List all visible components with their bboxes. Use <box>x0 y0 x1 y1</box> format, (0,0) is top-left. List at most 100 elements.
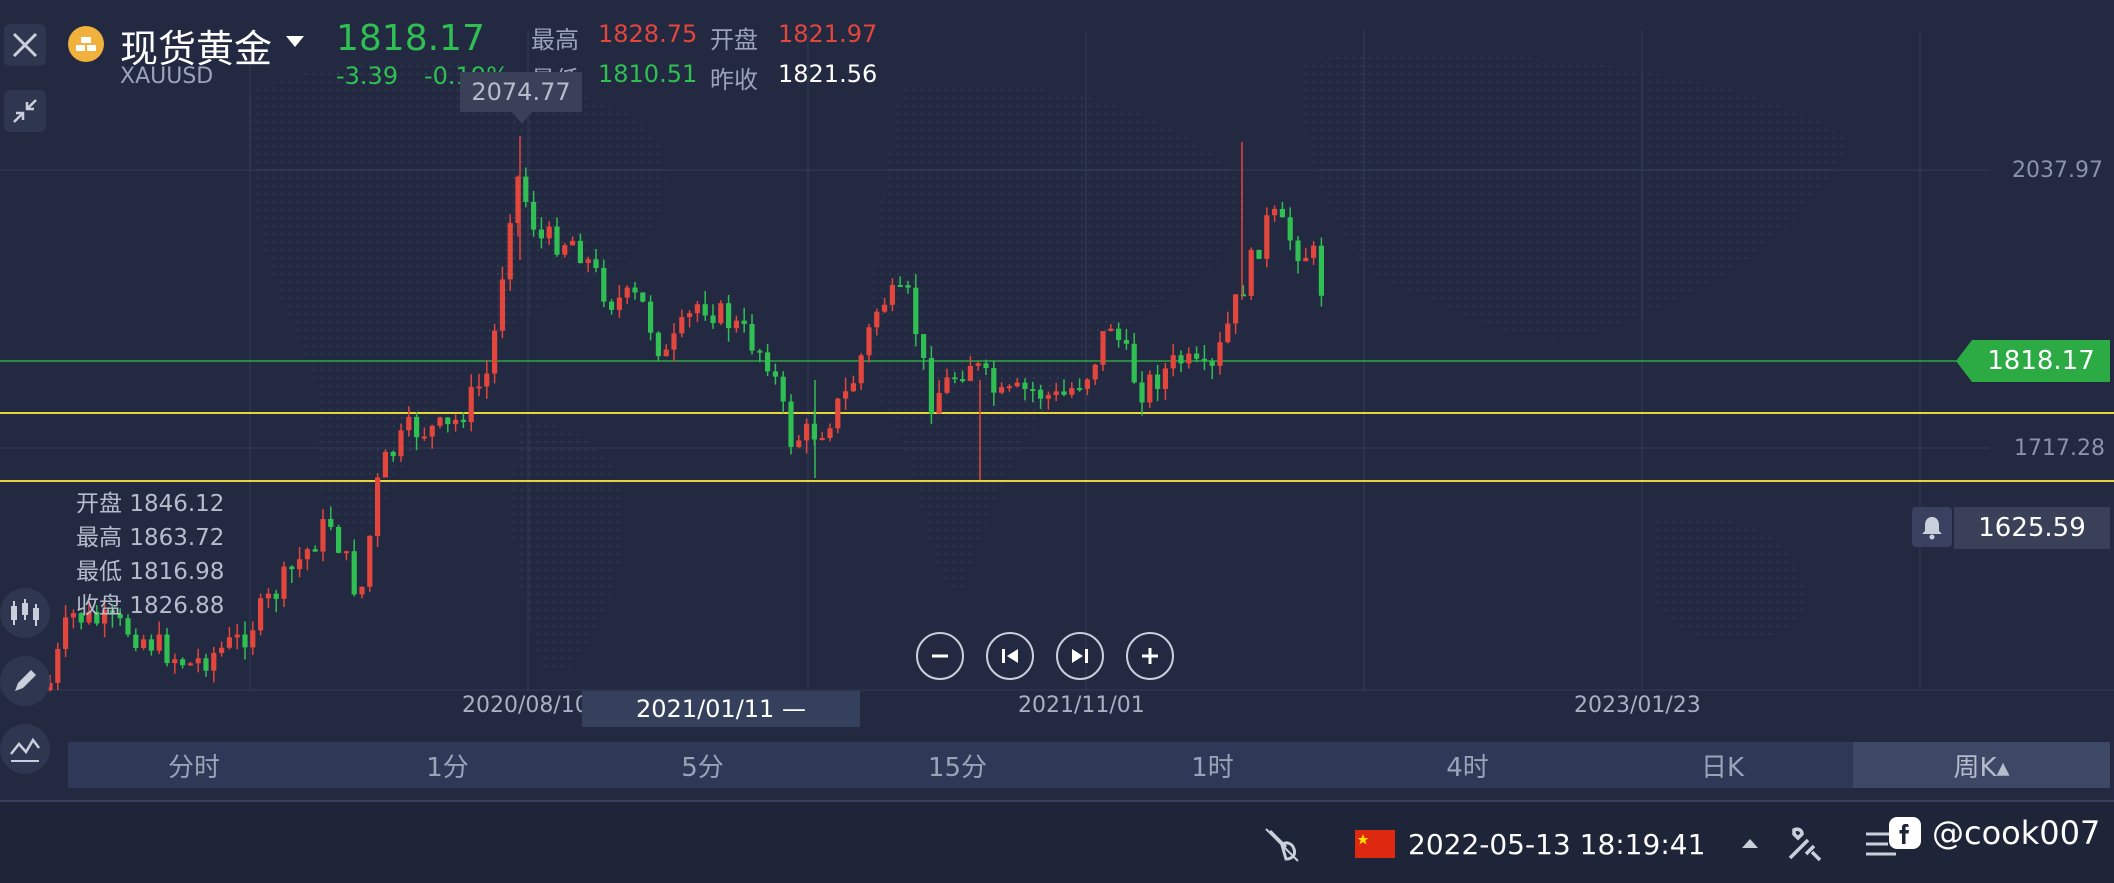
candle-body <box>1155 374 1161 389</box>
candle-body <box>1295 240 1301 262</box>
satellite-icon[interactable] <box>1262 825 1302 865</box>
candle-body <box>1170 355 1176 369</box>
hover-pointer <box>512 112 532 124</box>
hover-price-label: 2074.77 <box>460 72 582 112</box>
close-button[interactable] <box>4 24 46 66</box>
candle-body <box>382 451 388 478</box>
candle-body <box>710 315 716 324</box>
candle-body <box>148 639 154 651</box>
line-chart-button[interactable] <box>0 724 50 774</box>
last-price: 1818.17 <box>336 18 485 59</box>
candle-body <box>1100 331 1106 365</box>
next-icon <box>1072 649 1088 663</box>
candle-body <box>1194 353 1200 359</box>
candle-body <box>944 377 950 393</box>
candle-body <box>367 535 373 587</box>
candle-body <box>835 398 841 429</box>
candle-body <box>889 285 895 305</box>
watermark-text: @cook007 <box>1932 814 2101 852</box>
candle-body <box>1045 395 1051 399</box>
candle-body <box>265 593 271 599</box>
zoom-in-button[interactable] <box>1126 632 1174 680</box>
prev-icon <box>1002 649 1018 663</box>
close-icon <box>12 32 38 58</box>
candle-body <box>952 377 958 380</box>
candle-body <box>577 240 583 264</box>
candle-body <box>492 330 498 374</box>
tab-15min[interactable]: 15分 <box>830 742 1085 788</box>
candle-body <box>211 652 217 671</box>
candle-body <box>429 425 435 437</box>
scroll-start-button[interactable] <box>986 632 1034 680</box>
tools-icon[interactable] <box>1784 824 1824 864</box>
candle-body <box>312 549 318 552</box>
alert-button[interactable] <box>1912 507 1952 547</box>
current-price-tag: 1818.17 <box>1956 340 2110 382</box>
candle-body <box>1209 361 1215 366</box>
candle-body <box>523 176 529 202</box>
chart-area[interactable] <box>0 0 2114 735</box>
candle-body <box>1248 249 1254 296</box>
candle-body <box>1217 342 1223 366</box>
candle-body <box>538 229 544 239</box>
candle-body <box>1084 379 1090 389</box>
candle-body <box>687 313 693 318</box>
candle-body <box>983 363 989 369</box>
candle-body <box>772 371 778 377</box>
gold-coin-icon <box>68 26 104 62</box>
candle-body <box>1201 358 1207 362</box>
chevron-down-icon[interactable] <box>286 36 304 47</box>
candle-body <box>398 430 404 457</box>
candle-body <box>195 658 201 664</box>
tab-timeshare[interactable]: 分时 <box>68 742 320 788</box>
candle-body <box>936 392 942 414</box>
candle-body <box>640 292 646 302</box>
candle-body <box>905 285 911 288</box>
collapse-icon <box>13 99 37 123</box>
candle-body <box>141 639 147 648</box>
candle-body <box>351 551 357 595</box>
candle-body <box>850 383 856 392</box>
prev-close-value: 1821.56 <box>778 60 878 88</box>
tab-1hour[interactable]: 1时 <box>1085 742 1340 788</box>
tab-1min[interactable]: 1分 <box>320 742 575 788</box>
candle-body <box>655 332 661 357</box>
candle-body <box>765 352 771 372</box>
zoom-in-icon <box>1142 648 1158 664</box>
candle-body <box>874 311 880 328</box>
candle-body <box>281 566 287 599</box>
candle-body <box>733 320 739 329</box>
ohlc-close: 收盘 1826.88 <box>76 593 225 619</box>
candle-body <box>133 634 139 648</box>
chevron-up-icon[interactable] <box>1740 836 1760 850</box>
ohlc-low: 最低 1816.98 <box>76 559 225 585</box>
indicator-button[interactable] <box>0 588 50 638</box>
candle-body <box>928 358 934 414</box>
draw-button[interactable] <box>0 656 50 706</box>
open-value: 1821.97 <box>778 20 878 48</box>
candle-body <box>546 226 552 239</box>
tab-4hour[interactable]: 4时 <box>1340 742 1595 788</box>
zoom-out-button[interactable] <box>916 632 964 680</box>
symbol-code: XAUUSD <box>120 64 214 89</box>
candle-body <box>1256 249 1262 259</box>
alert-price[interactable]: 1625.59 <box>1954 507 2110 549</box>
candle-body <box>827 428 833 438</box>
candle-body <box>484 373 490 387</box>
candle-body <box>187 663 193 666</box>
high-label: 最高 <box>531 26 579 54</box>
candle-body <box>1186 353 1192 364</box>
candle-body <box>788 401 794 447</box>
zoom-out-icon <box>932 654 948 658</box>
tab-daily[interactable]: 日K <box>1595 742 1850 788</box>
candle-body <box>999 387 1005 393</box>
candlestick-chart[interactable] <box>0 0 2114 735</box>
tab-weekly[interactable]: 周K▴ <box>1853 742 2110 788</box>
collapse-button[interactable] <box>4 90 46 132</box>
candle-body <box>882 304 888 312</box>
candle-body <box>819 437 825 440</box>
ohlc-open: 开盘 1846.12 <box>76 491 225 517</box>
scroll-end-button[interactable] <box>1056 632 1104 680</box>
tab-5min[interactable]: 5分 <box>575 742 830 788</box>
facebook-icon <box>1889 817 1921 849</box>
